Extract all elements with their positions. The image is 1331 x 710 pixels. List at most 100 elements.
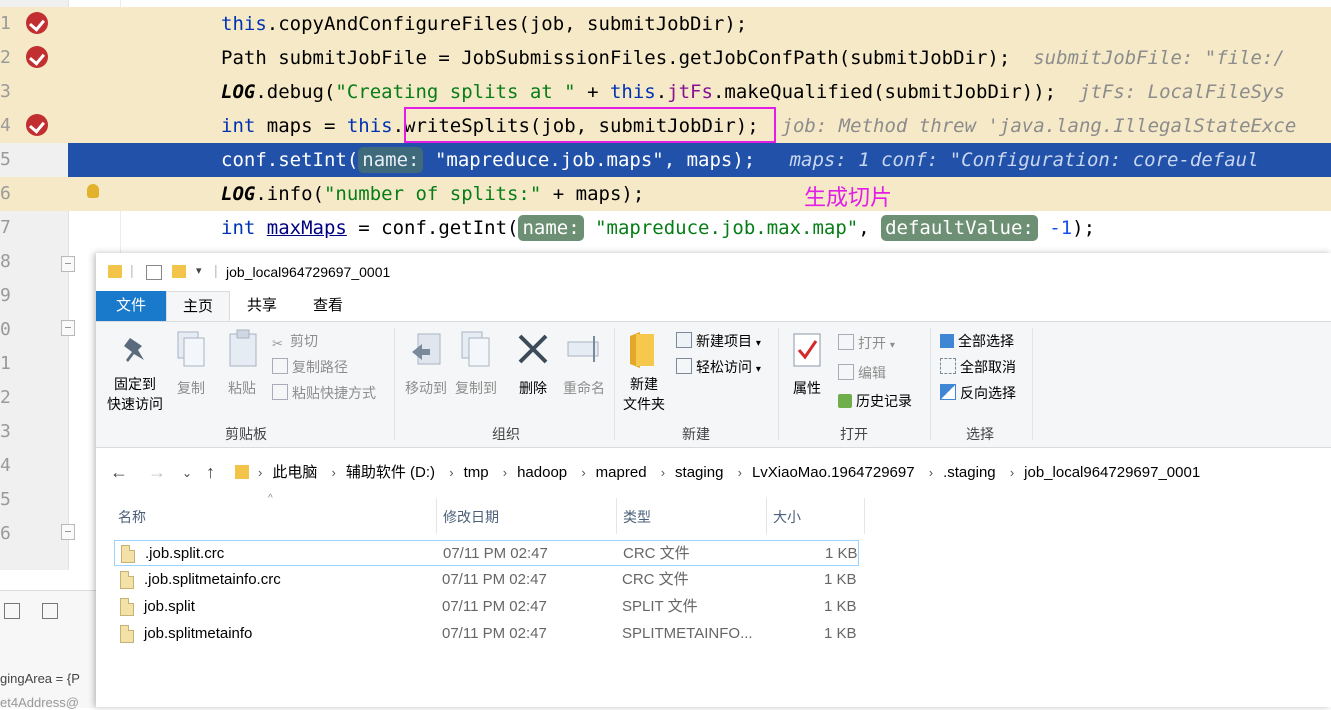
copy-path-button[interactable]: 复制路径 xyxy=(272,356,348,378)
group-label-new: 新建 xyxy=(682,426,710,442)
move-to-icon xyxy=(412,333,441,365)
line-number: 6 xyxy=(0,523,11,544)
file-row[interactable]: job.split 07/11 PM 02:47 SPLIT 文件 1 KB xyxy=(114,594,859,620)
copy-to-button[interactable]: 复制到 xyxy=(450,378,502,398)
param-name-hint: name: xyxy=(518,215,584,241)
back-arrow-icon[interactable]: ← xyxy=(110,462,128,483)
cut-button[interactable]: ✂ 剪切 xyxy=(272,330,318,352)
breadcrumb-item[interactable]: hadoop xyxy=(517,458,567,488)
breadcrumb: › 此电脑 › 辅助软件 (D:) › tmp › hadoop › mapred › st… xyxy=(258,458,1200,488)
new-folder-icon xyxy=(630,332,654,368)
properties-button[interactable]: 属性 xyxy=(786,378,828,398)
edit-icon xyxy=(838,364,854,380)
move-to-button[interactable]: 移动到 xyxy=(400,378,452,398)
recent-locations-chevron-icon[interactable]: ⌄ xyxy=(182,466,192,480)
fold-marker-icon[interactable] xyxy=(61,320,75,336)
easy-access-button[interactable]: 轻松访问 ▾ xyxy=(676,356,761,378)
fold-marker-icon[interactable] xyxy=(61,256,75,272)
line-number: 6 xyxy=(0,183,11,204)
breadcrumb-item[interactable]: mapred xyxy=(596,458,647,488)
file-row[interactable]: .job.split.crc 07/11 PM 02:47 CRC 文件 1 K… xyxy=(114,540,859,566)
tab-file[interactable]: 文件 xyxy=(96,291,166,321)
code-line[interactable]: 6 LOG.info("number of splits:" + maps); xyxy=(0,177,1331,211)
rename-button[interactable]: 重命名 xyxy=(558,378,610,398)
annotation-highlight-box xyxy=(404,107,776,143)
inline-debug-hint: jtFs: LocalFileSys xyxy=(1079,81,1285,103)
code-line[interactable]: 7 int maxMaps = conf.getInt(name: "mapre… xyxy=(0,211,1331,245)
file-icon xyxy=(120,625,134,643)
breadcrumb-item[interactable]: LvXiaoMao.1964729697 xyxy=(752,458,915,488)
group-divider xyxy=(1032,328,1033,440)
line-number: 3 xyxy=(0,421,11,442)
breadcrumb-item[interactable]: tmp xyxy=(464,458,489,488)
breakpoint-icon[interactable] xyxy=(26,46,48,68)
fold-marker-icon[interactable] xyxy=(61,524,75,540)
column-header-name[interactable]: 名称 xyxy=(118,507,146,527)
annotation-text: 生成切片 xyxy=(804,185,893,210)
code-text: this.copyAndConfigureFiles(job, submitJo… xyxy=(221,13,748,35)
table-icon[interactable] xyxy=(42,603,58,619)
code-line[interactable]: 3 LOG.debug("Creating splits at " + this… xyxy=(0,75,1331,109)
history-button[interactable]: 历史记录 xyxy=(838,390,912,412)
file-icon xyxy=(121,545,135,563)
code-text: conf.setInt(name: "mapreduce.job.maps", … xyxy=(221,147,1259,173)
file-size: 1 KB xyxy=(824,571,857,588)
file-row[interactable]: job.splitmetainfo 07/11 PM 02:47 SPLITME… xyxy=(114,621,859,647)
file-name: .job.splitmetainfo.crc xyxy=(144,571,281,588)
folder-icon xyxy=(108,265,122,278)
code-line[interactable]: 1 this.copyAndConfigureFiles(job, submit… xyxy=(0,7,1331,41)
file-icon xyxy=(120,598,134,616)
column-divider[interactable] xyxy=(616,498,617,534)
line-number: 5 xyxy=(0,143,68,177)
pin-quick-access-button[interactable]: 固定到 快速访问 xyxy=(102,374,168,414)
file-row[interactable]: .job.splitmetainfo.crc 07/11 PM 02:47 CR… xyxy=(114,567,859,593)
breadcrumb-item[interactable]: job_local964729697_0001 xyxy=(1024,458,1200,488)
edit-button[interactable]: 编辑 xyxy=(838,362,886,384)
properties-check-icon[interactable] xyxy=(146,265,162,280)
file-size: 1 KB xyxy=(825,545,858,562)
breadcrumb-item[interactable]: .staging xyxy=(943,458,996,488)
delete-button[interactable]: 删除 xyxy=(512,378,554,398)
paste-shortcut-button[interactable]: 粘贴快捷方式 xyxy=(272,382,376,404)
up-arrow-icon[interactable]: ↑ xyxy=(206,462,215,483)
open-button[interactable]: 打开 ▾ xyxy=(838,332,895,354)
code-text: LOG.debug("Creating splits at " + this.j… xyxy=(221,81,1285,103)
new-folder-button[interactable]: 新建 文件夹 xyxy=(618,374,670,414)
file-list-header: ^ 名称 修改日期 类型 大小 xyxy=(96,493,1331,534)
breadcrumb-item[interactable]: 此电脑 xyxy=(272,458,317,488)
copy-button[interactable]: 复制 xyxy=(174,378,208,398)
group-label-clipboard: 剪贴板 xyxy=(225,426,267,442)
breakpoint-icon[interactable] xyxy=(26,12,48,34)
group-divider xyxy=(394,328,395,440)
tab-share[interactable]: 共享 xyxy=(230,291,294,321)
new-item-button[interactable]: 新建项目 ▾ xyxy=(676,330,761,352)
column-divider[interactable] xyxy=(436,498,437,534)
column-header-date[interactable]: 修改日期 xyxy=(443,507,499,527)
paste-button[interactable]: 粘贴 xyxy=(224,378,260,398)
current-execution-line[interactable]: 5 conf.setInt(name: "mapreduce.job.maps"… xyxy=(0,143,1331,177)
invert-selection-button[interactable]: 反向选择 xyxy=(940,382,1016,404)
new-folder-icon[interactable] xyxy=(172,265,186,278)
column-divider[interactable] xyxy=(766,498,767,534)
lightbulb-icon[interactable] xyxy=(87,184,99,198)
forward-arrow-icon[interactable]: → xyxy=(148,462,166,483)
step-icon[interactable] xyxy=(4,603,20,619)
line-number: 1 xyxy=(0,353,11,374)
group-divider xyxy=(930,328,931,440)
column-header-type[interactable]: 类型 xyxy=(623,507,651,527)
quick-access-dropdown-icon[interactable]: ▾ xyxy=(196,264,202,277)
breakpoint-icon[interactable] xyxy=(26,114,48,136)
tab-view[interactable]: 查看 xyxy=(294,291,362,321)
breadcrumb-item[interactable]: staging xyxy=(675,458,723,488)
group-label-organize: 组织 xyxy=(492,426,520,442)
tab-home[interactable]: 主页 xyxy=(166,291,230,321)
column-header-size[interactable]: 大小 xyxy=(773,507,801,527)
select-none-button[interactable]: 全部取消 xyxy=(940,356,1016,378)
column-divider[interactable] xyxy=(864,498,865,534)
breadcrumb-item[interactable]: 辅助软件 (D:) xyxy=(346,458,435,488)
code-line[interactable]: 2 Path submitJobFile = JobSubmissionFile… xyxy=(0,41,1331,75)
select-all-button[interactable]: 全部选择 xyxy=(940,330,1014,352)
file-explorer-window: | ▾ | job_local964729697_0001 文件 主页 共享 查… xyxy=(96,253,1331,707)
group-label-open: 打开 xyxy=(840,426,868,442)
ribbon-tabs: 文件 主页 共享 查看 xyxy=(96,291,1331,322)
